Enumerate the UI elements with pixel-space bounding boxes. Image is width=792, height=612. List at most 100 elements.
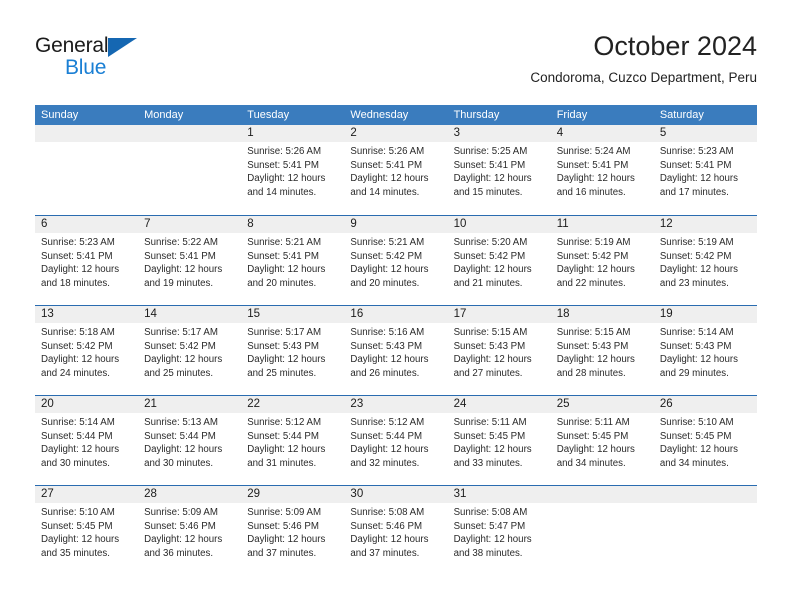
day-detail-line: Sunset: 5:45 PM bbox=[659, 430, 732, 442]
day-detail-lines: Sunrise: 5:19 AM Sunset: 5:42 PM Daylight:… bbox=[551, 233, 654, 290]
day-detail-line: Sunrise: 5:08 AM bbox=[350, 507, 425, 518]
general-blue-logo[interactable]: General Blue bbox=[35, 34, 155, 84]
weekday-header-row: Sunday Monday Tuesday Wednesday Thursday Frid… bbox=[35, 105, 757, 125]
day-detail-line: Sunset: 5:46 PM bbox=[247, 520, 319, 532]
day-number-band bbox=[241, 125, 345, 142]
day-cell-23[interactable]: 23 Sunrise: 5:12 AM Sunset: 5:44 PM Dayligh… bbox=[344, 396, 448, 485]
day-cell-31[interactable]: 31 Sunrise: 5:08 AM Sunset: 5:47 PM Dayligh… bbox=[447, 486, 551, 575]
day-detail-lines: Sunrise: 5:21 AM Sunset: 5:41 PM Daylight:… bbox=[241, 233, 344, 290]
day-detail-line: Daylight: 12 hours bbox=[247, 354, 326, 366]
day-detail-lines: Sunrise: 5:19 AM Sunset: 5:42 PM Daylight:… bbox=[654, 233, 757, 290]
day-detail-line: Sunset: 5:45 PM bbox=[41, 520, 113, 532]
day-number: 4 bbox=[556, 127, 564, 139]
day-cell-22[interactable]: 22 Sunrise: 5:12 AM Sunset: 5:44 PM Dayligh… bbox=[241, 396, 345, 485]
day-cell-15[interactable]: 15 Sunrise: 5:17 AM Sunset: 5:43 PM Dayligh… bbox=[241, 306, 345, 395]
day-cell-9[interactable]: 9 Sunrise: 5:21 AM Sunset: 5:42 PM Daylight… bbox=[344, 216, 448, 305]
day-cell-14[interactable]: 14 Sunrise: 5:17 AM Sunset: 5:42 PM Dayligh… bbox=[138, 306, 242, 395]
day-detail-line: Sunrise: 5:10 AM bbox=[659, 417, 734, 428]
day-number: 5 bbox=[659, 127, 667, 139]
calendar-week-row: 6 Sunrise: 5:23 AM Sunset: 5:41 PM Daylight… bbox=[35, 215, 757, 305]
day-detail-line: Sunrise: 5:21 AM bbox=[350, 237, 425, 248]
day-cell-11[interactable]: 11 Sunrise: 5:19 AM Sunset: 5:42 PM Dayligh… bbox=[550, 216, 654, 305]
day-detail-line: Sunrise: 5:21 AM bbox=[247, 237, 322, 248]
weekday-header-saturday: Saturday bbox=[659, 109, 704, 121]
day-cell-5[interactable]: 5 Sunrise: 5:23 AM Sunset: 5:41 PM Daylight… bbox=[653, 125, 757, 215]
day-detail-line: Sunset: 5:43 PM bbox=[247, 340, 319, 352]
day-cell-19[interactable]: 19 Sunrise: 5:14 AM Sunset: 5:43 PM Dayligh… bbox=[653, 306, 757, 395]
day-number: 15 bbox=[247, 308, 261, 320]
day-cell-26[interactable]: 26 Sunrise: 5:10 AM Sunset: 5:45 PM Dayligh… bbox=[653, 396, 757, 485]
day-cell-21[interactable]: 21 Sunrise: 5:13 AM Sunset: 5:44 PM Dayligh… bbox=[138, 396, 242, 485]
day-detail-line: Daylight: 12 hours bbox=[247, 444, 326, 456]
day-detail-lines: Sunrise: 5:17 AM Sunset: 5:43 PM Daylight:… bbox=[241, 323, 344, 380]
day-detail-lines: Sunrise: 5:14 AM Sunset: 5:44 PM Daylight:… bbox=[35, 413, 138, 470]
day-detail-lines: Sunrise: 5:10 AM Sunset: 5:45 PM Daylight:… bbox=[654, 413, 757, 470]
day-detail-line: and 29 minutes. bbox=[659, 367, 729, 379]
day-detail-lines: Sunrise: 5:24 AM Sunset: 5:41 PM Daylight:… bbox=[551, 142, 654, 199]
day-cell-1[interactable]: 1 Sunrise: 5:26 AM Sunset: 5:41 PM Daylight… bbox=[241, 125, 345, 215]
day-detail-line: and 32 minutes. bbox=[350, 457, 420, 469]
day-detail-line: Daylight: 12 hours bbox=[41, 444, 120, 456]
day-cell-8[interactable]: 8 Sunrise: 5:21 AM Sunset: 5:41 PM Daylight… bbox=[241, 216, 345, 305]
day-cell-13[interactable]: 13 Sunrise: 5:18 AM Sunset: 5:42 PM Dayligh… bbox=[35, 306, 139, 395]
day-detail-line: Sunset: 5:41 PM bbox=[144, 250, 216, 262]
calendar-week-row: 1 Sunrise: 5:26 AM Sunset: 5:41 PM Daylight… bbox=[35, 125, 757, 215]
day-cell-30[interactable]: 30 Sunrise: 5:08 AM Sunset: 5:46 PM Dayligh… bbox=[344, 486, 448, 575]
day-number-band bbox=[344, 216, 448, 233]
day-cell-2[interactable]: 2 Sunrise: 5:26 AM Sunset: 5:41 PM Daylight… bbox=[344, 125, 448, 215]
day-detail-line: Sunrise: 5:24 AM bbox=[556, 146, 631, 157]
day-detail-line: Daylight: 12 hours bbox=[41, 264, 120, 276]
day-cell-17[interactable]: 17 Sunrise: 5:15 AM Sunset: 5:43 PM Dayligh… bbox=[447, 306, 551, 395]
day-detail-lines: Sunrise: 5:08 AM Sunset: 5:47 PM Daylight:… bbox=[448, 503, 551, 560]
day-number: 28 bbox=[144, 488, 157, 500]
day-detail-line: Sunset: 5:41 PM bbox=[247, 250, 319, 262]
day-detail-line: Sunrise: 5:26 AM bbox=[350, 146, 425, 157]
weekday-header-tuesday: Tuesday bbox=[247, 109, 290, 121]
day-detail-line: Daylight: 12 hours bbox=[556, 354, 635, 366]
day-cell-3[interactable]: 3 Sunrise: 5:25 AM Sunset: 5:41 PM Daylight… bbox=[447, 125, 551, 215]
day-cell-25[interactable]: 25 Sunrise: 5:11 AM Sunset: 5:45 PM Dayligh… bbox=[550, 396, 654, 485]
day-detail-line: and 34 minutes. bbox=[659, 457, 729, 469]
day-number-band bbox=[344, 125, 448, 142]
day-cell-20[interactable]: 20 Sunrise: 5:14 AM Sunset: 5:44 PM Dayligh… bbox=[35, 396, 139, 485]
day-detail-line: and 20 minutes. bbox=[350, 277, 420, 289]
day-detail-line: Daylight: 12 hours bbox=[453, 354, 532, 366]
day-cell-28[interactable]: 28 Sunrise: 5:09 AM Sunset: 5:46 PM Dayligh… bbox=[138, 486, 242, 575]
day-cell-10[interactable]: 10 Sunrise: 5:20 AM Sunset: 5:42 PM Dayligh… bbox=[447, 216, 551, 305]
day-cell-29[interactable]: 29 Sunrise: 5:09 AM Sunset: 5:46 PM Dayligh… bbox=[241, 486, 345, 575]
day-detail-line: and 37 minutes. bbox=[247, 547, 317, 559]
day-detail-line: Sunset: 5:42 PM bbox=[144, 340, 216, 352]
day-detail-line: Daylight: 12 hours bbox=[350, 173, 429, 185]
day-number: 16 bbox=[350, 308, 364, 320]
day-cell-16[interactable]: 16 Sunrise: 5:16 AM Sunset: 5:43 PM Dayligh… bbox=[344, 306, 448, 395]
day-detail-line: and 24 minutes. bbox=[41, 367, 110, 379]
day-detail-lines: Sunrise: 5:09 AM Sunset: 5:46 PM Daylight:… bbox=[138, 503, 241, 560]
day-number: 14 bbox=[144, 308, 157, 320]
day-number-band bbox=[447, 125, 551, 142]
day-cell-12[interactable]: 12 Sunrise: 5:19 AM Sunset: 5:42 PM Dayligh… bbox=[653, 216, 757, 305]
day-cell-7[interactable]: 7 Sunrise: 5:22 AM Sunset: 5:41 PM Daylight… bbox=[138, 216, 242, 305]
day-detail-line: Sunrise: 5:15 AM bbox=[453, 327, 528, 338]
day-detail-line: and 25 minutes. bbox=[144, 367, 214, 379]
day-cell-18[interactable]: 18 Sunrise: 5:15 AM Sunset: 5:43 PM Dayligh… bbox=[550, 306, 654, 395]
weekday-header-sunday: Sunday bbox=[41, 109, 79, 121]
day-cell-6[interactable]: 6 Sunrise: 5:23 AM Sunset: 5:41 PM Daylight… bbox=[35, 216, 139, 305]
day-detail-line: and 16 minutes. bbox=[556, 186, 626, 198]
day-detail-line: Sunrise: 5:12 AM bbox=[247, 417, 322, 428]
day-detail-line: Sunrise: 5:11 AM bbox=[453, 417, 527, 428]
day-cell-24[interactable]: 24 Sunrise: 5:11 AM Sunset: 5:45 PM Dayligh… bbox=[447, 396, 551, 485]
day-detail-lines: Sunrise: 5:20 AM Sunset: 5:42 PM Daylight:… bbox=[448, 233, 551, 290]
day-detail-line: Sunrise: 5:19 AM bbox=[556, 237, 631, 248]
day-detail-line: Sunset: 5:41 PM bbox=[556, 159, 629, 171]
day-number: 8 bbox=[247, 218, 254, 230]
day-cell-27[interactable]: 27 Sunrise: 5:10 AM Sunset: 5:45 PM Dayligh… bbox=[35, 486, 139, 575]
day-cell-empty bbox=[550, 486, 654, 575]
day-cell-4[interactable]: 4 Sunrise: 5:24 AM Sunset: 5:41 PM Daylight… bbox=[550, 125, 654, 215]
day-detail-lines: Sunrise: 5:25 AM Sunset: 5:41 PM Daylight:… bbox=[448, 142, 551, 199]
day-detail-line: Sunset: 5:43 PM bbox=[350, 340, 423, 352]
calendar-body: 1 Sunrise: 5:26 AM Sunset: 5:41 PM Daylight… bbox=[35, 125, 757, 575]
day-number: 12 bbox=[659, 218, 673, 230]
day-detail-line: and 30 minutes. bbox=[144, 457, 214, 469]
day-detail-lines: Sunrise: 5:12 AM Sunset: 5:44 PM Daylight:… bbox=[344, 413, 447, 470]
day-detail-lines: Sunrise: 5:26 AM Sunset: 5:41 PM Daylight:… bbox=[241, 142, 344, 199]
